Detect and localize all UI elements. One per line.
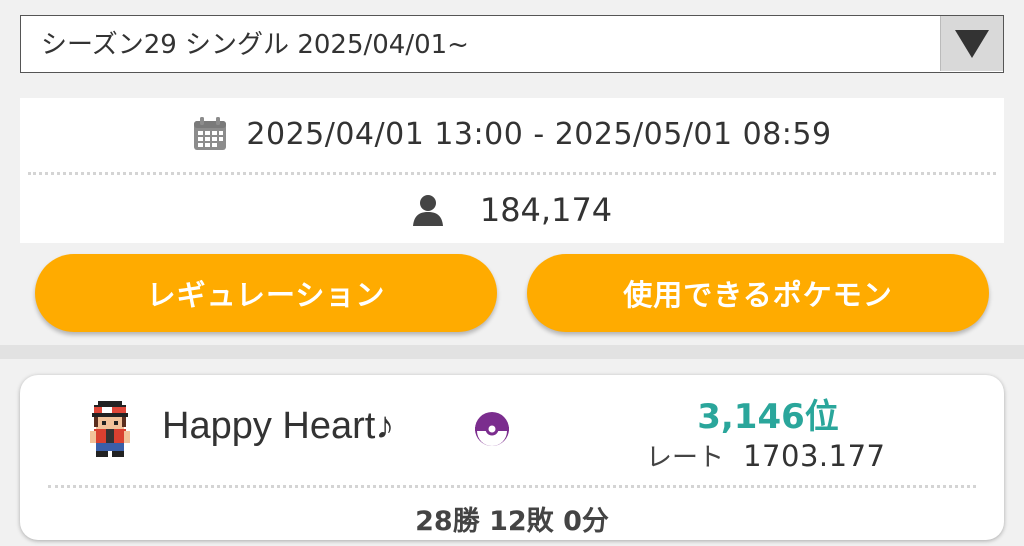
section-divider — [0, 345, 1024, 359]
regulation-button-label: レギュレーション — [146, 278, 386, 312]
person-icon — [412, 194, 443, 226]
player-count-row: 184,174 — [20, 176, 1004, 243]
regulation-button[interactable]: レギュレーション — [35, 254, 497, 332]
trainer-sprite-icon — [90, 401, 130, 457]
win-loss-record: 28勝 12敗 0分 — [415, 506, 609, 537]
season-info-panel: 2025/04/01 13:00 - 2025/05/01 08:59 184,… — [20, 98, 1004, 243]
player-rank: 3,146位 — [697, 397, 839, 437]
player-card[interactable]: Happy Heart♪ 3,146位 レート 1703.177 28勝 12敗… — [20, 375, 1004, 540]
player-name: Happy Heart♪ — [162, 405, 395, 447]
player-count: 184,174 — [479, 190, 613, 229]
calendar-icon — [194, 117, 227, 150]
divider — [28, 172, 996, 175]
rate-value: 1703.177 — [743, 439, 886, 473]
season-period-row: 2025/04/01 13:00 - 2025/05/01 08:59 — [20, 98, 1004, 170]
usable-pokemon-button-label: 使用できるポケモン — [623, 278, 893, 312]
dropdown-arrow-button[interactable] — [940, 16, 1003, 71]
divider — [48, 485, 976, 488]
season-select-value: シーズン29 シングル 2025/04/01~ — [41, 30, 469, 60]
season-select[interactable]: シーズン29 シングル 2025/04/01~ — [20, 15, 1004, 73]
usable-pokemon-button[interactable]: 使用できるポケモン — [527, 254, 989, 332]
rate-label: レート — [646, 443, 725, 473]
dropdown-arrow-icon — [955, 29, 989, 58]
poke-ball-icon — [475, 412, 509, 446]
rate-row: レート 1703.177 — [646, 437, 885, 474]
season-period: 2025/04/01 13:00 - 2025/05/01 08:59 — [246, 116, 832, 152]
